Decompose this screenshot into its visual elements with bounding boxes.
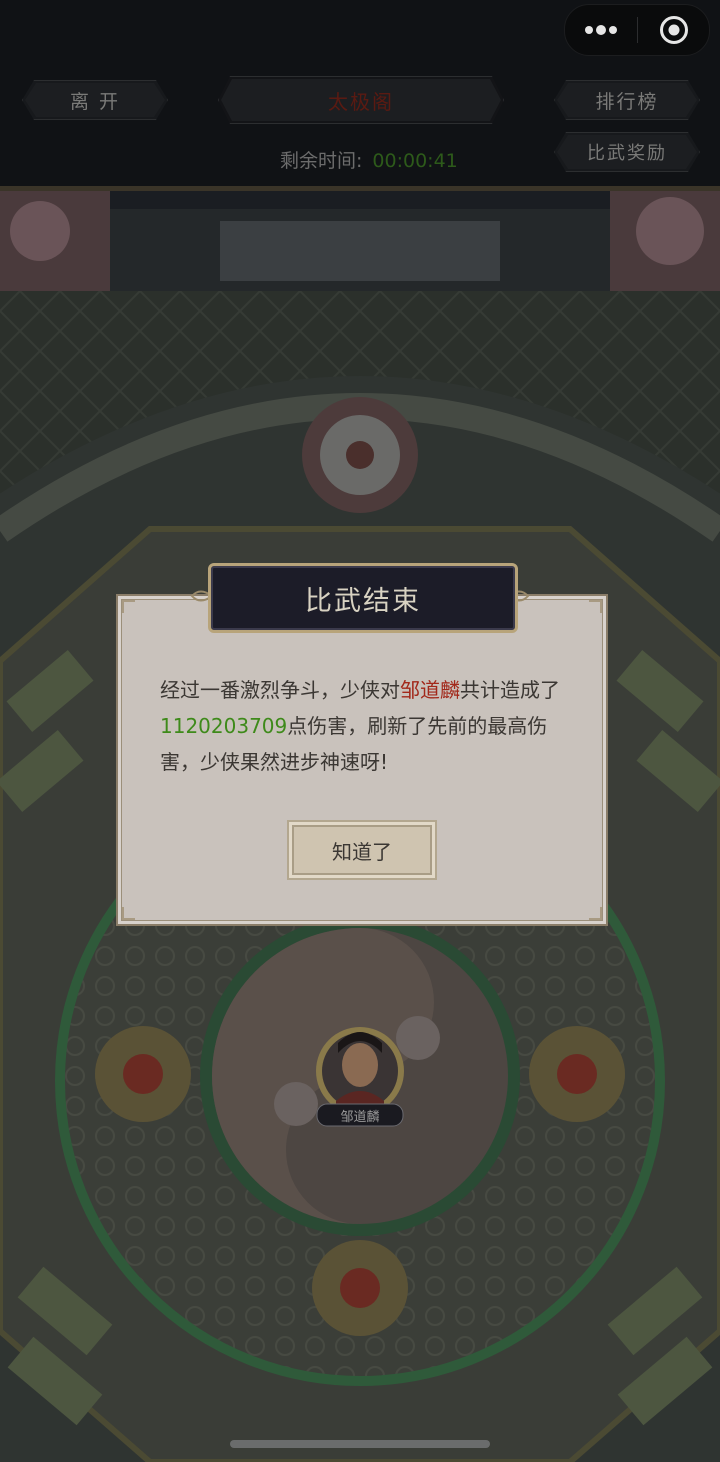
dialog-title: 比武结束 bbox=[208, 563, 518, 633]
leave-button[interactable]: 离 开 bbox=[22, 80, 168, 120]
arena-title: 太极阁 bbox=[328, 89, 394, 114]
timer-value: 00:00:41 bbox=[372, 150, 458, 172]
remaining-time: 剩余时间: 00:00:41 bbox=[280, 146, 458, 173]
arena-title-plate: 太极阁 bbox=[218, 76, 504, 124]
target-circle-icon[interactable] bbox=[638, 5, 709, 55]
leave-label: 离 开 bbox=[69, 90, 121, 113]
timer-label: 剩余时间: bbox=[280, 150, 363, 172]
corner-ornament-icon bbox=[122, 907, 135, 920]
corner-ornament-icon bbox=[122, 600, 135, 613]
ranking-label: 排行榜 bbox=[595, 90, 659, 113]
home-indicator[interactable] bbox=[230, 1440, 490, 1448]
target-name: 邹道麟 bbox=[400, 678, 460, 702]
acknowledge-label: 知道了 bbox=[332, 839, 392, 864]
corner-ornament-icon bbox=[589, 600, 602, 613]
reward-button[interactable]: 比武奖励 bbox=[554, 132, 700, 172]
acknowledge-button[interactable]: 知道了 bbox=[287, 820, 437, 880]
ranking-button[interactable]: 排行榜 bbox=[554, 80, 700, 120]
reward-label: 比武奖励 bbox=[587, 143, 667, 164]
miniprogram-capsule bbox=[564, 4, 710, 56]
corner-ornament-icon bbox=[589, 907, 602, 920]
dialog-title-text: 比武结束 bbox=[305, 585, 421, 617]
more-dots-icon[interactable] bbox=[565, 5, 637, 55]
damage-value: 1120203709 bbox=[160, 714, 288, 738]
message-part-2: 共计造成了 bbox=[460, 678, 560, 702]
boss-name-label: 邹道麟 bbox=[340, 1109, 380, 1125]
message-part-1: 经过一番激烈争斗，少侠对 bbox=[160, 678, 400, 702]
dialog-message: 经过一番激烈争斗，少侠对邹道麟共计造成了1120203709点伤害，刷新了先前的… bbox=[160, 672, 560, 780]
